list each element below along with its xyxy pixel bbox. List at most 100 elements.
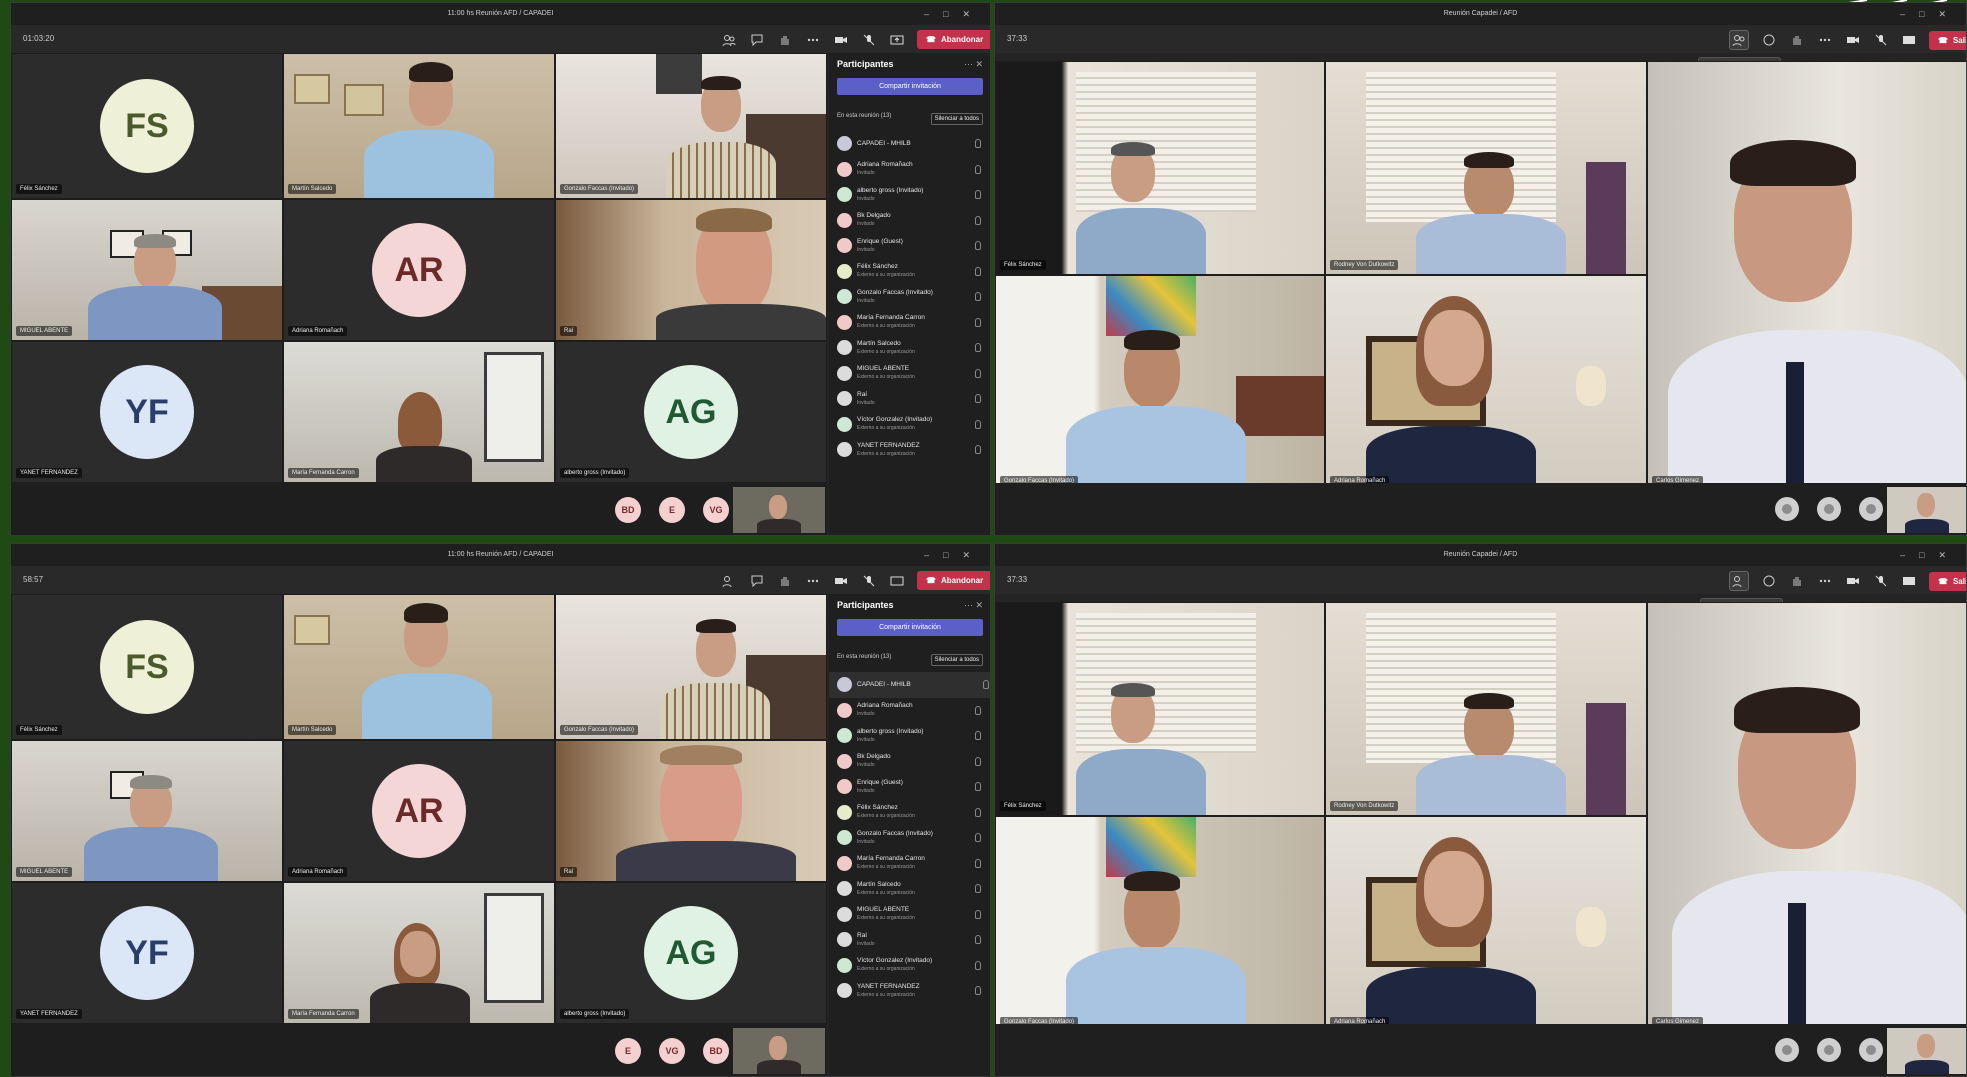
video-tile[interactable]: YF YANET FERNANDEZ xyxy=(11,882,283,1024)
mic-icon[interactable] xyxy=(975,419,981,429)
mic-muted-icon[interactable] xyxy=(1873,32,1889,48)
mute-all-button[interactable]: Silenciar a todos xyxy=(930,654,983,666)
share-invite-button[interactable]: Compartir invitación xyxy=(837,619,983,636)
mic-muted-icon[interactable] xyxy=(1873,573,1889,589)
participant-row[interactable]: María Fernanda Carron Externo a su organi… xyxy=(837,851,983,877)
share-screen-icon[interactable] xyxy=(889,573,905,589)
raise-hand-icon[interactable] xyxy=(777,573,793,589)
mic-icon[interactable] xyxy=(975,756,981,766)
mini-avatar[interactable]: VG xyxy=(703,497,729,523)
participant-row[interactable]: alberto gross (Invitado) Invitado xyxy=(837,723,983,749)
participants-icon[interactable] xyxy=(721,32,737,48)
mic-icon[interactable] xyxy=(975,190,981,199)
video-tile[interactable]: Martín Salcedo xyxy=(283,594,555,740)
mic-icon[interactable] xyxy=(975,317,981,327)
video-tile[interactable]: Carlos Gimenez xyxy=(1647,602,1966,1032)
mini-avatar[interactable]: E xyxy=(615,1038,641,1064)
mic-icon[interactable] xyxy=(975,884,981,893)
video-tile[interactable]: Gonzalo Faccas (Invitado) xyxy=(555,594,827,740)
participant-row[interactable]: Enrique (Guest) Invitado xyxy=(837,774,983,800)
mini-avatar[interactable]: BD xyxy=(703,1038,729,1064)
mic-icon[interactable] xyxy=(975,935,981,944)
participant-row[interactable]: Félix Sánchez Externo a su organización xyxy=(837,800,983,826)
leave-button[interactable]: ☎ Salir xyxy=(1929,30,1966,50)
leave-button[interactable]: ☎ Abandonar xyxy=(917,571,990,590)
participant-row[interactable]: Raí Invitado xyxy=(837,927,983,953)
mic-icon[interactable] xyxy=(975,731,981,740)
participant-row[interactable]: María Fernanda Carron Externo a su organi… xyxy=(837,310,983,336)
mic-icon[interactable] xyxy=(975,833,981,842)
camera-icon[interactable] xyxy=(833,573,849,589)
mic-icon[interactable] xyxy=(975,986,981,995)
share-screen-icon[interactable] xyxy=(889,32,905,48)
mic-icon[interactable] xyxy=(975,139,981,148)
more-icon[interactable] xyxy=(1817,573,1833,589)
window-controls[interactable]: –□✕ xyxy=(1900,544,1960,566)
camera-icon[interactable] xyxy=(833,32,849,48)
raise-hand-icon[interactable] xyxy=(777,32,793,48)
video-tile[interactable]: Raí xyxy=(555,740,827,882)
mic-icon[interactable] xyxy=(975,241,981,250)
video-tile[interactable]: Gonzalo Faccas (Invitado) xyxy=(555,53,827,199)
hidden-participant-icon[interactable] xyxy=(1859,497,1883,521)
window-controls[interactable]: –□✕ xyxy=(924,3,984,25)
mic-icon[interactable] xyxy=(975,909,981,919)
video-tile[interactable]: Rodney Von Dutkowitz xyxy=(1325,61,1647,275)
chat-icon[interactable] xyxy=(1761,32,1777,48)
participant-row[interactable]: Adriana Romañach Invitado xyxy=(837,698,983,724)
participants-icon[interactable] xyxy=(1729,30,1749,50)
mic-icon[interactable] xyxy=(983,680,989,689)
video-tile[interactable]: FS Félix Sánchez xyxy=(11,594,283,740)
hidden-participant-icon[interactable] xyxy=(1775,497,1799,521)
mic-icon[interactable] xyxy=(975,960,981,970)
video-tile[interactable]: AR Adriana Romañach xyxy=(283,199,555,341)
participant-row[interactable]: Raí Invitado xyxy=(837,386,983,412)
mic-icon[interactable] xyxy=(975,807,981,817)
participant-row[interactable]: YANET FERNANDEZ Externo a su organización xyxy=(837,437,983,463)
participant-row[interactable]: Gonzalo Faccas (Invitado) Invitado xyxy=(837,284,983,310)
video-tile[interactable]: AG alberto gross (Invitado) xyxy=(555,341,827,483)
participant-row[interactable]: Martín Salcedo Externo a su organización xyxy=(837,876,983,902)
video-tile[interactable]: MIGUEL ABENTE xyxy=(11,740,283,882)
mic-icon[interactable] xyxy=(975,292,981,301)
mic-icon[interactable] xyxy=(975,445,981,454)
participant-row[interactable]: YANET FERNANDEZ Externo a su organización xyxy=(837,978,983,1004)
video-tile[interactable]: Félix Sánchez xyxy=(995,61,1325,275)
participant-row[interactable]: Bk Delgado Invitado xyxy=(837,749,983,775)
participant-row[interactable]: Adriana Romañach Invitado xyxy=(837,157,983,183)
participant-row[interactable]: CAPADEI - MHILB xyxy=(829,672,990,698)
participant-row[interactable]: Gonzalo Faccas (Invitado) Invitado xyxy=(837,825,983,851)
video-tile[interactable]: María Fernanda Carron xyxy=(283,341,555,483)
mic-icon[interactable] xyxy=(975,394,981,403)
camera-icon[interactable] xyxy=(1845,573,1861,589)
share-screen-icon[interactable] xyxy=(1901,573,1917,589)
panel-close-icon[interactable]: ··· ✕ xyxy=(964,600,983,611)
participant-row[interactable]: alberto gross (Invitado) Invitado xyxy=(837,182,983,208)
mic-icon[interactable] xyxy=(975,782,981,791)
window-controls[interactable]: –□✕ xyxy=(924,544,984,566)
mic-icon[interactable] xyxy=(975,215,981,225)
mini-avatar[interactable]: BD xyxy=(615,497,641,523)
hidden-participant-icon[interactable] xyxy=(1775,1038,1799,1062)
mic-icon[interactable] xyxy=(975,343,981,352)
mini-avatar[interactable]: E xyxy=(659,497,685,523)
participant-row[interactable]: Félix Sánchez Externo a su organización xyxy=(837,259,983,285)
reactions-icon[interactable] xyxy=(1789,573,1805,589)
reactions-icon[interactable] xyxy=(1789,32,1805,48)
participant-row[interactable]: Martín Salcedo Externo a su organización xyxy=(837,335,983,361)
participant-row[interactable]: Víctor Gonzalez (Invitado) Externo a su o… xyxy=(837,953,983,979)
mic-muted-icon[interactable] xyxy=(861,573,877,589)
mic-icon[interactable] xyxy=(975,858,981,868)
chat-icon[interactable] xyxy=(749,32,765,48)
video-tile[interactable]: AR Adriana Romañach xyxy=(283,740,555,882)
participant-row[interactable]: MIGUEL ABENTE Externo a su organización xyxy=(837,902,983,928)
video-tile[interactable]: Gonzalo Faccas (Invitado) xyxy=(995,816,1325,1032)
video-tile[interactable]: Adriana Romañach xyxy=(1325,275,1647,491)
hidden-participant-icon[interactable] xyxy=(1859,1038,1883,1062)
more-icon[interactable] xyxy=(805,573,821,589)
leave-button[interactable]: ☎ Salir xyxy=(1929,571,1966,591)
share-screen-icon[interactable] xyxy=(1901,32,1917,48)
video-tile[interactable]: YF YANET FERNANDEZ xyxy=(11,341,283,483)
participants-icon[interactable] xyxy=(1729,571,1749,591)
video-tile[interactable]: FS Félix Sánchez xyxy=(11,53,283,199)
